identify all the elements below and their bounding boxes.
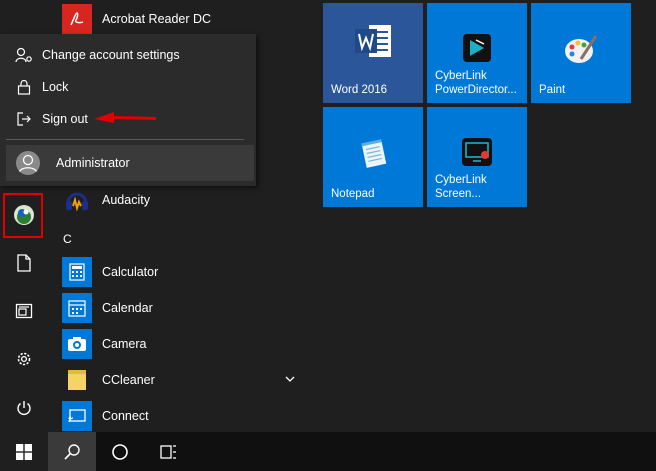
acrobat-icon [62, 4, 92, 34]
tile-paint[interactable]: Paint [531, 3, 631, 103]
power-button[interactable] [0, 388, 48, 428]
lock-item[interactable]: Lock [0, 72, 256, 102]
documents-button[interactable] [0, 243, 48, 283]
tile-powerdirector[interactable]: CyberLink PowerDirector... [427, 3, 527, 103]
fly-label: Lock [42, 80, 69, 94]
settings-button[interactable] [0, 339, 48, 379]
camera-icon [62, 329, 92, 359]
app-label: Audacity [102, 193, 150, 207]
document-icon [17, 254, 31, 272]
tile-label: Paint [539, 84, 566, 96]
account-settings-icon [12, 47, 36, 63]
tile-label: CyberLink Screen... [435, 173, 487, 201]
chevron-down-icon[interactable] [284, 372, 296, 386]
change-account-settings-item[interactable]: Change account settings [0, 40, 256, 70]
annotation-highlight-box [3, 193, 43, 238]
flyout-divider [6, 139, 244, 140]
tile-label-line: Screen... [435, 188, 482, 200]
powerdirector-icon [427, 33, 527, 63]
app-label: Connect [102, 409, 149, 423]
fly-label: Sign out [42, 112, 88, 126]
power-icon [17, 401, 31, 415]
app-ccleaner-folder[interactable]: CCleaner [62, 364, 155, 396]
windows-logo-icon [16, 443, 32, 460]
current-user-item[interactable]: Administrator [6, 145, 254, 181]
tile-label: Word 2016 [331, 84, 388, 96]
app-camera[interactable]: Camera [62, 328, 146, 360]
connect-icon [62, 401, 92, 431]
app-label: Acrobat Reader DC [102, 12, 212, 26]
audacity-icon [62, 185, 92, 215]
cortana-button[interactable] [96, 432, 144, 471]
app-audacity[interactable]: Audacity [62, 184, 150, 216]
pictures-icon [15, 303, 33, 319]
tile-cyberlink-screen[interactable]: CyberLink Screen... [427, 107, 527, 207]
tile-label-line: CyberLink [435, 174, 487, 186]
lock-icon [12, 79, 36, 95]
app-connect[interactable]: Connect [62, 400, 149, 432]
gear-icon [17, 352, 31, 366]
app-acrobat-reader[interactable]: Acrobat Reader DC [62, 3, 211, 35]
fly-label: Change account settings [42, 48, 180, 62]
section-letter[interactable]: C [63, 232, 72, 246]
notepad-icon [323, 137, 423, 169]
search-button[interactable] [48, 432, 96, 471]
app-calculator[interactable]: Calculator [62, 256, 158, 288]
screen-recorder-icon [427, 137, 527, 167]
app-label: CCleaner [102, 373, 155, 387]
task-view-button[interactable] [144, 432, 192, 471]
tile-label: CyberLink PowerDirector... [435, 69, 517, 97]
taskbar [0, 432, 656, 471]
cortana-circle-icon [112, 443, 128, 460]
app-calendar[interactable]: Calendar [62, 292, 153, 324]
task-view-icon [160, 444, 176, 459]
user-avatar-icon [16, 151, 40, 175]
folder-icon [62, 365, 92, 395]
calendar-icon [62, 293, 92, 323]
tile-label: Notepad [331, 188, 375, 200]
pictures-button[interactable] [0, 291, 48, 331]
app-label: Calendar [102, 301, 153, 315]
sign-out-icon [12, 111, 36, 127]
tile-label-line: PowerDirector... [435, 84, 517, 96]
tile-notepad[interactable]: Notepad [323, 107, 423, 207]
start-button[interactable] [0, 432, 48, 471]
account-flyout: Change account settings Lock Sign out Ad… [0, 34, 256, 186]
app-label: Calculator [102, 265, 159, 279]
annotation-arrow-icon [94, 112, 156, 123]
tile-word[interactable]: Word 2016 [323, 3, 423, 103]
search-icon [64, 443, 80, 460]
app-label: Camera [102, 337, 147, 351]
user-name: Administrator [56, 156, 130, 170]
word-icon [323, 23, 423, 59]
calculator-icon [62, 257, 92, 287]
paint-icon [531, 33, 631, 67]
tile-label-line: CyberLink [435, 70, 487, 82]
